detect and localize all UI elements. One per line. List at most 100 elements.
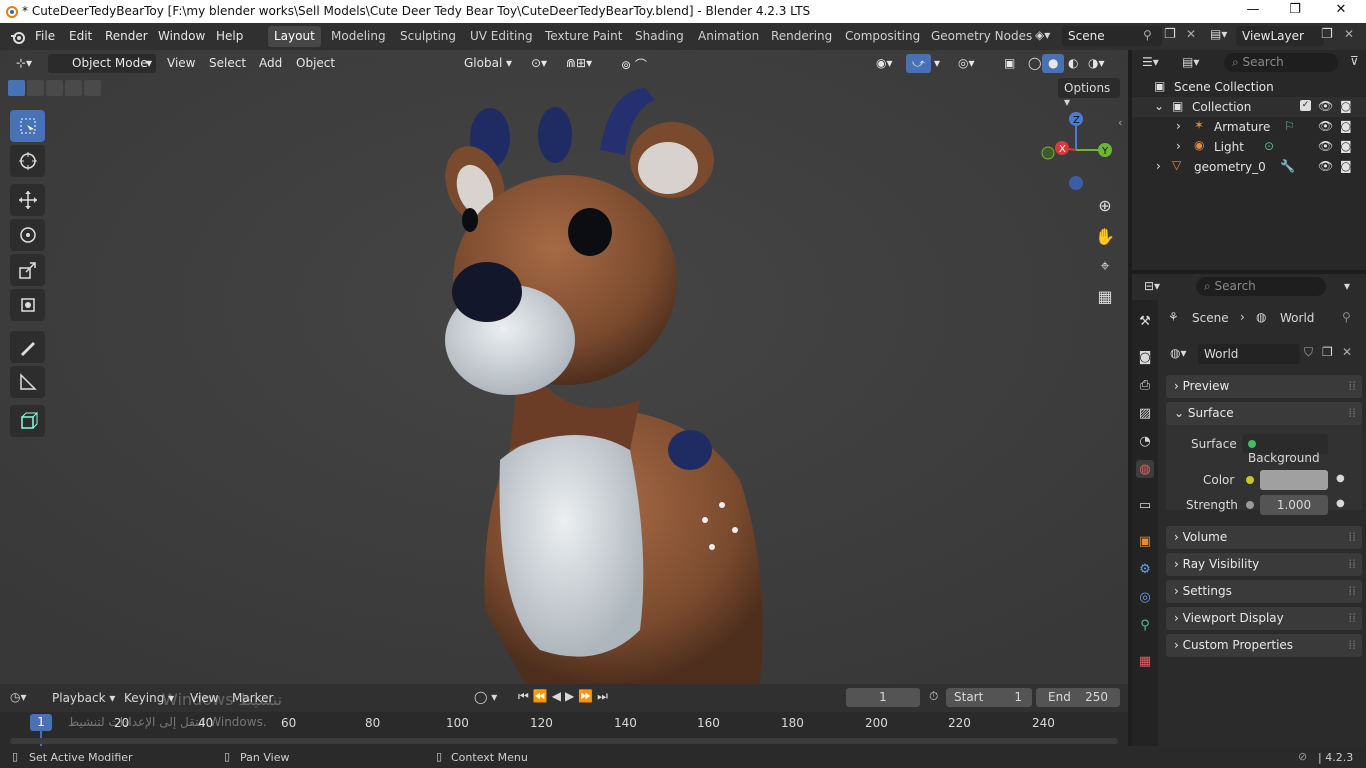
unlink-world-icon[interactable]: ✕ [1342,345,1352,359]
camera-icon[interactable]: ◙ [1340,139,1352,153]
tab-compositing[interactable]: Compositing [839,26,926,47]
timeline-editor-type-icon[interactable]: ◷▾ [10,690,27,704]
cursor-tool[interactable] [10,145,45,177]
panel-viewport-display[interactable]: › Viewport Display ⁞⁞ [1166,607,1362,630]
rotate-tool[interactable] [10,219,45,251]
transform-tool[interactable] [10,289,45,321]
current-frame-field[interactable]: 1 [846,688,920,707]
world-browse-icon[interactable]: ◍▾ [1170,346,1187,360]
render-tab-icon[interactable]: ◙ [1136,348,1154,366]
properties-options-icon[interactable]: ▾ [1344,279,1350,293]
filter-icon[interactable]: ⊽ [1350,54,1359,68]
tab-layout[interactable]: Layout [268,26,321,47]
checkbox-icon[interactable]: ✓ [1300,100,1311,111]
object-tab-icon[interactable]: ▣ [1136,532,1154,550]
outliner-row-light[interactable]: › ◉ Light ⊙ 👁 ◙ [1132,137,1366,157]
close-button[interactable]: ✕ [1331,2,1351,17]
pin-icon[interactable]: ⚲ [1342,310,1351,324]
camera-icon[interactable]: ◙ [1340,159,1352,173]
physics-tab-icon[interactable]: ◎ [1136,588,1154,606]
move-tool[interactable] [10,184,45,216]
eye-icon[interactable]: 👁 [1318,119,1333,133]
tab-geometry-nodes[interactable]: Geometry Nodes [925,26,1038,47]
tab-animation[interactable]: Animation [692,26,765,47]
collection-tab-icon[interactable]: ▭ [1136,496,1154,514]
new-viewlayer-icon[interactable]: ❐ [1321,27,1333,42]
perspective-grid-icon[interactable]: ▦ [1091,282,1119,310]
data-tab-icon[interactable]: ⚲ [1136,616,1154,634]
display-mode-icon[interactable]: ▤▾ [1182,55,1199,69]
panel-settings[interactable]: › Settings ⁞⁞ [1166,580,1362,603]
delete-scene-icon[interactable]: ✕ [1186,27,1196,41]
camera-icon[interactable]: ◙ [1340,99,1352,113]
breadcrumb-scene[interactable]: Scene [1192,311,1229,325]
view-layer-tab-icon[interactable]: ▨ [1136,404,1154,422]
properties-editor-type-icon[interactable]: ⊟▾ [1144,279,1160,293]
menu-render[interactable]: Render [105,29,148,43]
light-data-icon[interactable]: ⊙ [1264,139,1274,153]
pivot-icon[interactable]: ⊙▾ [525,54,553,73]
timeline-ruler[interactable]: 20 40 60 80 100 120 140 160 180 200 220 … [0,690,1128,746]
pin-icon[interactable]: ⚲ [1143,28,1152,42]
menu-file[interactable]: File [35,29,55,43]
eye-icon[interactable]: 👁 [1318,159,1333,173]
pose-icon[interactable]: ⚐ [1284,119,1295,133]
gizmo-dropdown-icon[interactable]: ▾ [928,54,946,73]
tab-modeling[interactable]: Modeling [325,26,392,47]
proportional-edit-icon[interactable]: ⊚ ⌒ [615,54,653,73]
blender-menu-icon[interactable] [10,29,26,45]
select-invert-icon[interactable] [65,80,82,96]
tool-tab-icon[interactable]: ⚒ [1136,312,1154,330]
strength-socket-icon[interactable] [1246,501,1254,509]
chevron-right-icon[interactable]: › [1156,159,1161,173]
rendered-shading-icon[interactable]: ◑▾ [1082,54,1111,73]
menu-window[interactable]: Window [158,29,205,43]
minimize-button[interactable]: — [1243,2,1263,17]
tab-sculpting[interactable]: Sculpting [394,26,462,47]
world-tab-icon[interactable]: ◍ [1136,460,1154,478]
select-subtract-icon[interactable] [46,80,63,96]
eye-icon[interactable]: 👁 [1318,139,1333,153]
properties-search[interactable]: ⌕ Search [1196,277,1326,296]
tab-texture-paint[interactable]: Texture Paint [539,26,628,47]
eye-icon[interactable]: 👁 [1318,99,1333,113]
viewport-menu-object[interactable]: Object [290,54,341,73]
tab-rendering[interactable]: Rendering [765,26,838,47]
viewlayer-selector[interactable]: ViewLayer [1236,26,1324,46]
world-datablock-field[interactable]: World [1198,344,1300,364]
surface-shader-selector[interactable]: Background [1242,434,1328,465]
playback-controls[interactable]: ⏮⏪◀▶⏩⏭ [518,689,612,704]
outliner-row-geometry[interactable]: › ▽ geometry_0 🔧 👁 ◙ [1132,157,1366,177]
chevron-right-icon[interactable]: › [1176,119,1181,133]
transform-orientation[interactable]: Global ▾ [440,54,516,73]
end-frame-field[interactable]: End 250 [1036,688,1120,707]
output-tab-icon[interactable]: ⎙ [1136,376,1154,394]
tab-shading[interactable]: Shading [629,26,690,47]
snap-icon[interactable]: ⋒⊞▾ [560,54,598,73]
fake-user-icon[interactable]: ⛉ [1304,345,1313,360]
add-cube-tool[interactable] [10,405,45,437]
new-scene-icon[interactable]: ❐ [1164,27,1176,42]
keyframe-dot-icon[interactable]: ● [1336,498,1345,509]
maximize-button[interactable]: ❐ [1285,2,1305,17]
auto-keying-icon[interactable]: ◯ ▾ [474,690,497,704]
zoom-icon[interactable]: ⊕ [1091,191,1119,219]
scene-tab-icon[interactable]: ◔ [1136,432,1154,450]
color-swatch[interactable] [1260,470,1328,490]
chevron-down-icon[interactable]: ⌄ [1154,99,1164,113]
select-new-icon[interactable] [8,80,25,96]
outliner-search[interactable]: ⌕ Search [1224,53,1338,72]
xray-icon[interactable]: ▣ [998,54,1021,73]
camera-icon[interactable]: ◙ [1340,119,1352,133]
viewlayer-icon[interactable]: ▤▾ [1210,27,1227,41]
camera-view-icon[interactable]: ⌖ [1091,252,1119,280]
viewport-menu-add[interactable]: Add [253,54,288,73]
texture-tab-icon[interactable]: ▦ [1136,652,1154,670]
menu-edit[interactable]: Edit [69,29,92,43]
sidebar-toggle-icon[interactable]: ‹ [1118,116,1122,129]
new-world-icon[interactable]: ❐ [1322,345,1333,359]
outliner-row-collection[interactable]: ⌄ ▣ Collection ✓ 👁 ◙ [1132,97,1366,117]
chevron-right-icon[interactable]: › [1176,139,1181,153]
color-socket-icon[interactable] [1246,476,1254,484]
timer-icon[interactable]: ⏱ [929,689,938,704]
